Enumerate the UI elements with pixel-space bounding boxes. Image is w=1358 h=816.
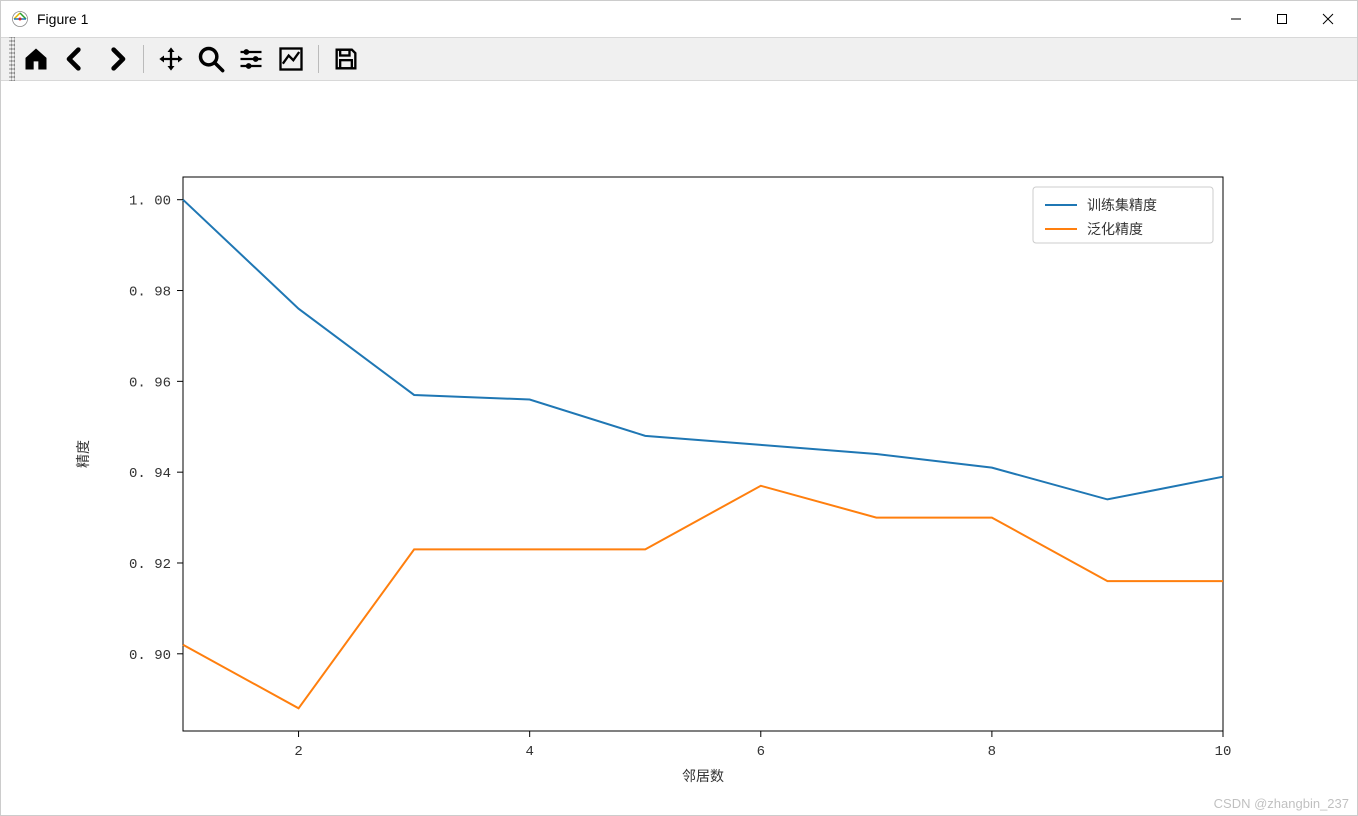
svg-text:0. 94: 0. 94 [129, 466, 171, 482]
back-button[interactable] [57, 40, 95, 78]
svg-text:2: 2 [294, 744, 302, 760]
window-controls [1213, 4, 1351, 34]
home-icon [22, 45, 50, 73]
svg-text:1. 00: 1. 00 [129, 194, 171, 210]
minimize-button[interactable] [1213, 4, 1259, 34]
forward-button[interactable] [97, 40, 135, 78]
zoom-button[interactable] [192, 40, 230, 78]
toolbar-separator [143, 45, 144, 73]
configure-button[interactable] [232, 40, 270, 78]
plot-canvas[interactable]: 2 4 6 8 10 0. 90 0. 92 0. 94 0. 96 0. 98 1. 00 邻居数 精… [1, 81, 1357, 815]
edit-axes-button[interactable] [272, 40, 310, 78]
svg-text:精度: 精度 [75, 440, 91, 468]
configure-icon [237, 45, 265, 73]
back-icon [62, 45, 90, 73]
pan-icon [157, 45, 185, 73]
minimize-icon [1230, 13, 1242, 25]
svg-text:0. 96: 0. 96 [129, 375, 171, 391]
forward-icon [102, 45, 130, 73]
toolbar-separator [318, 45, 319, 73]
svg-text:邻居数: 邻居数 [682, 768, 724, 784]
toolbar [1, 37, 1357, 81]
close-icon [1322, 13, 1334, 25]
maximize-button[interactable] [1259, 4, 1305, 34]
plot-svg: 2 4 6 8 10 0. 90 0. 92 0. 94 0. 96 0. 98 1. 00 邻居数 精… [1, 81, 1357, 815]
svg-text:0. 92: 0. 92 [129, 557, 171, 573]
close-button[interactable] [1305, 4, 1351, 34]
axes-icon [277, 45, 305, 73]
titlebar: Figure 1 [1, 1, 1357, 37]
svg-text:8: 8 [988, 744, 996, 760]
svg-text:泛化精度: 泛化精度 [1087, 221, 1143, 237]
maximize-icon [1276, 13, 1288, 25]
svg-text:0. 98: 0. 98 [129, 285, 171, 301]
svg-text:训练集精度: 训练集精度 [1087, 197, 1157, 213]
zoom-icon [197, 45, 225, 73]
save-button[interactable] [327, 40, 365, 78]
svg-text:0. 90: 0. 90 [129, 648, 171, 664]
toolbar-drag-handle[interactable] [9, 37, 15, 81]
app-icon [11, 10, 29, 28]
save-icon [332, 45, 360, 73]
svg-text:4: 4 [525, 744, 533, 760]
titlebar-left: Figure 1 [7, 10, 88, 28]
home-button[interactable] [17, 40, 55, 78]
pan-button[interactable] [152, 40, 190, 78]
svg-text:6: 6 [757, 744, 765, 760]
svg-text:10: 10 [1215, 744, 1232, 760]
window-title: Figure 1 [37, 11, 88, 27]
figure-window: Figure 1 [0, 0, 1358, 816]
